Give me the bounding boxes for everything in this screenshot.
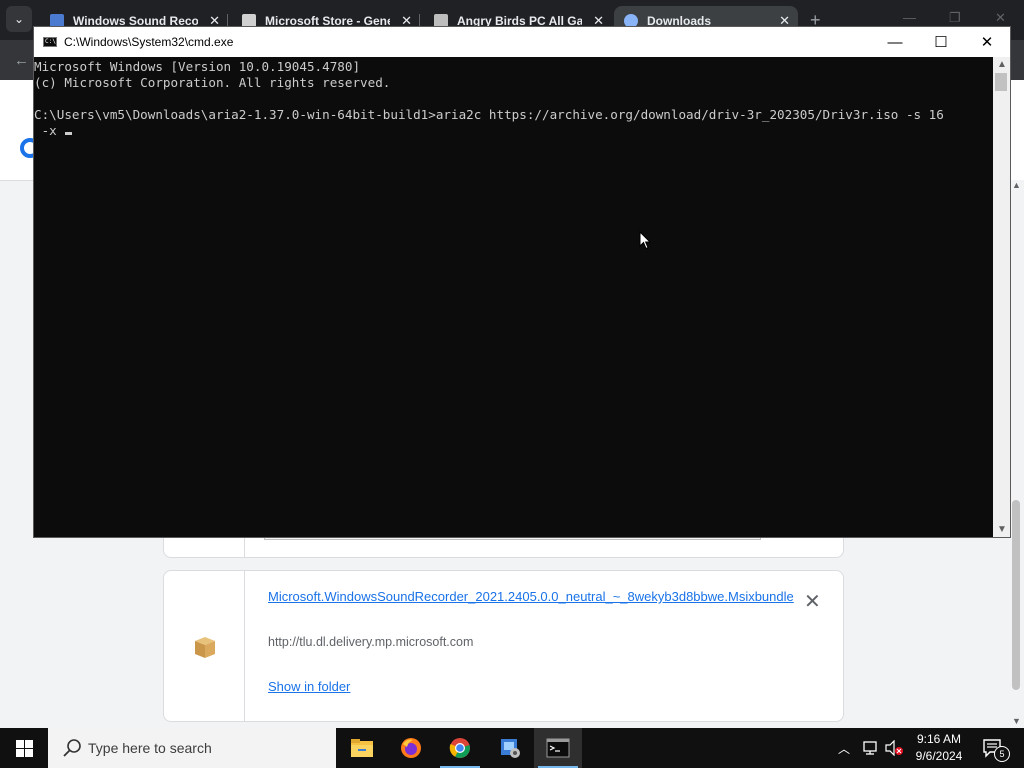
show-hidden-icons-button[interactable]: ︿ [838,728,850,768]
cmd-window: C:\ C:\Windows\System32\cmd.exe — ☐ ✕ Mi… [33,26,1011,538]
download-item-card: Microsoft.WindowsSoundRecorder_2021.2405… [163,570,844,722]
scroll-down-icon[interactable]: ▼ [997,524,1007,535]
control-panel-icon [501,739,520,758]
tab-search-button[interactable]: ⌄ [6,6,32,32]
chrome-icon [449,738,470,758]
page-scrollbar-thumb[interactable] [1012,500,1020,690]
chevron-down-icon: ⌄ [13,12,25,26]
console-line: Microsoft Windows [Version 10.0.19045.47… [34,59,361,74]
console-output[interactable]: Microsoft Windows [Version 10.0.19045.47… [34,57,994,539]
console-current-input: -x [34,123,65,138]
close-icon: ✕ [980,34,994,51]
cmd-scrollbar[interactable]: ▲ ▼ [993,57,1010,537]
browser-minimize-icon[interactable]: — [903,10,916,25]
search-placeholder: Type here to search [88,740,212,756]
taskbar-chrome[interactable] [436,728,484,768]
package-box-icon [195,637,215,658]
console-line-current: -x [34,123,994,139]
clock-date: 9/6/2024 [915,749,963,763]
taskbar-search-box[interactable]: Type here to search [48,728,336,768]
remove-download-close-icon[interactable]: ✕ [804,589,821,614]
scroll-up-icon[interactable]: ▲ [997,59,1007,70]
network-icon [863,741,877,755]
volume-button[interactable] [884,728,904,768]
browser-restore-icon[interactable]: ❐ [949,10,961,26]
clock-time: 9:16 AM [916,732,962,746]
scroll-down-icon[interactable]: ▼ [1012,716,1021,726]
cmd-maximize-button[interactable]: ☐ [918,27,964,57]
cmd-app-icon: C:\ [43,37,57,47]
chevron-up-icon: ︿ [838,741,851,756]
cmd-scrollbar-thumb[interactable] [995,73,1007,91]
console-line: (c) Microsoft Corporation. All rights re… [34,75,391,90]
show-in-folder-link[interactable]: Show in folder [268,679,350,694]
taskbar-clock[interactable]: 9:16 AM 9/6/2024 [906,731,972,765]
windows-logo-icon [15,739,33,757]
downloaded-file-link[interactable]: Microsoft.WindowsSoundRecorder_2021.2405… [268,587,794,607]
file-explorer-icon [351,739,373,757]
browser-close-icon[interactable]: ✕ [995,10,1006,26]
command-prompt-icon [546,738,570,758]
cmd-minimize-button[interactable]: — [872,27,918,57]
card-divider [244,571,245,721]
volume-muted-icon [885,740,903,756]
taskbar-file-explorer[interactable] [338,728,386,768]
start-button[interactable] [0,728,48,768]
back-arrow-icon[interactable]: ← [14,52,29,69]
cmd-title-bar[interactable]: C:\ C:\Windows\System32\cmd.exe — ☐ ✕ [34,27,1010,57]
download-source-url: http://tlu.dl.delivery.mp.microsoft.com [268,635,474,649]
search-icon [63,739,81,757]
cmd-window-title: C:\Windows\System32\cmd.exe [64,35,234,49]
console-line: C:\Users\vm5\Downloads\aria2-1.37.0-win-… [34,107,944,122]
maximize-icon: ☐ [934,34,948,51]
taskbar-firefox[interactable] [387,728,435,768]
notification-count-badge: 5 [994,746,1010,762]
minimize-icon: — [887,33,903,51]
firefox-icon [401,738,421,758]
taskbar-command-prompt[interactable] [534,728,582,768]
cmd-close-button[interactable]: ✕ [964,27,1010,57]
taskbar-settings-app[interactable] [486,728,534,768]
mouse-pointer-icon [639,231,651,250]
network-status-button[interactable] [862,728,880,768]
action-center-button[interactable]: 5 [982,738,1010,763]
scroll-up-icon[interactable]: ▲ [1012,180,1021,190]
taskbar: Type here to search ︿ 9:16 AM 9/6/2024 5 [0,728,1024,768]
text-cursor [65,132,73,135]
